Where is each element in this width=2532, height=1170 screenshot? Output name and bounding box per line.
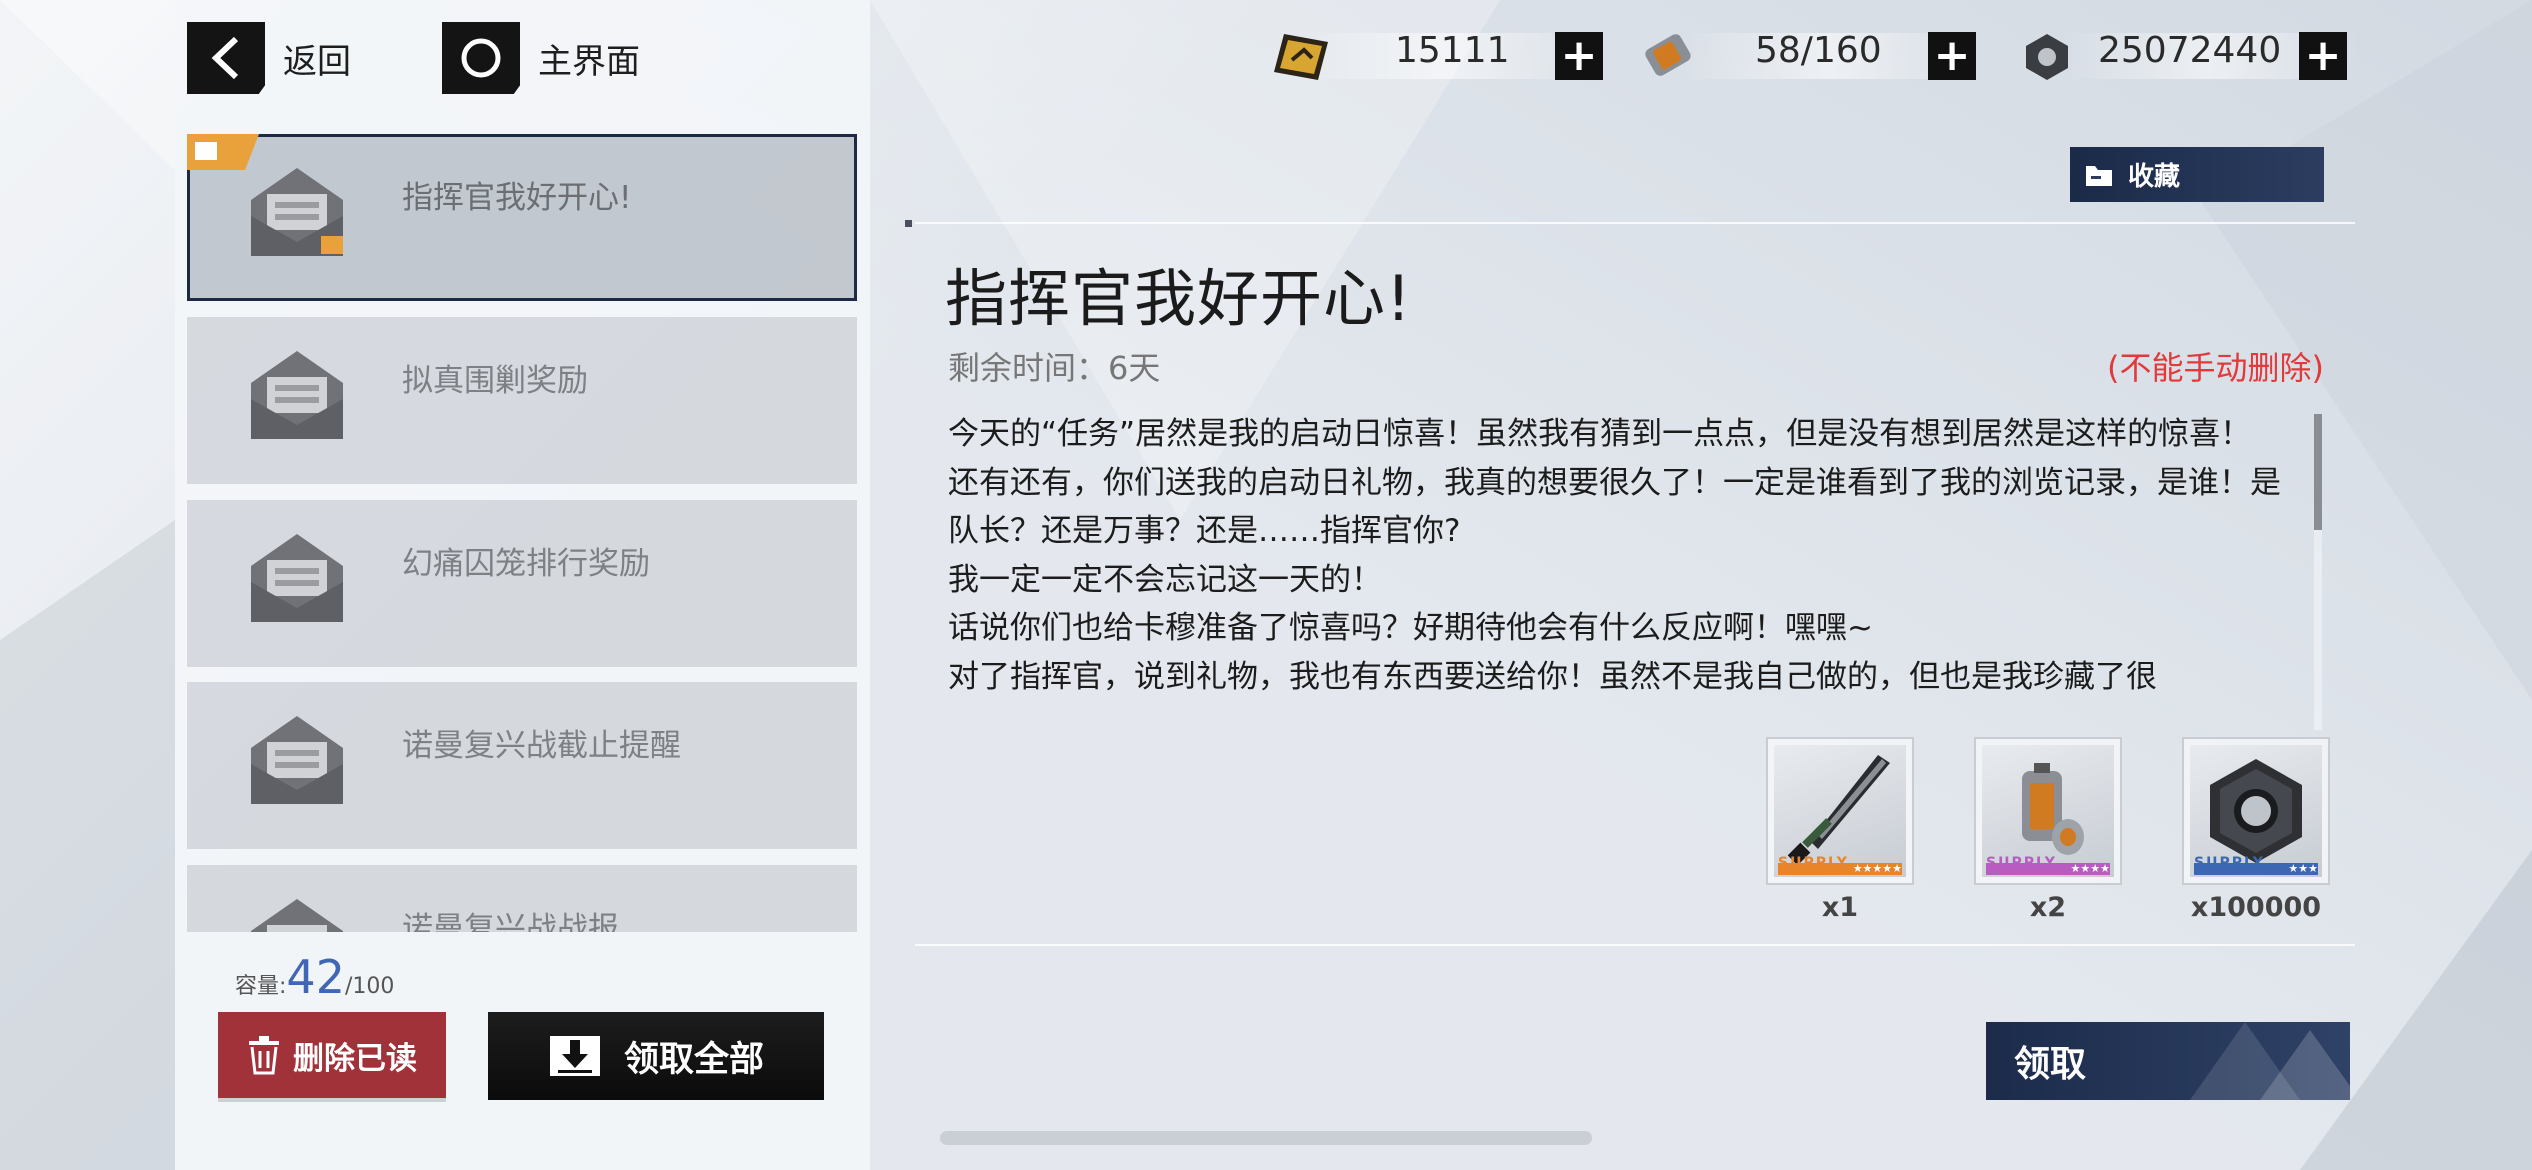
trash-icon [249, 1036, 279, 1075]
mail-item[interactable]: 诺曼复兴战截止提醒 [187, 682, 857, 849]
back-arrow-icon [187, 22, 265, 94]
add-coin-button[interactable]: + [2299, 32, 2347, 80]
mail-title: 幻痛囚笼排行奖励 [402, 546, 650, 582]
add-gold-card-button[interactable]: + [1555, 32, 1603, 80]
envelope-icon [251, 534, 343, 622]
reward-item[interactable]: SUPPLY ★★★★★ [1766, 737, 1914, 885]
back-button[interactable]: 返回 [187, 22, 351, 94]
detail-bottom-divider [915, 944, 2355, 946]
reward-quantity: x100000 [2190, 892, 2322, 923]
envelope-icon [251, 168, 343, 256]
home-circle-icon [442, 22, 520, 94]
capacity-current: 42 [286, 950, 345, 1004]
mail-body-paragraph: 我一定一定不会忘记这一天的！ [948, 561, 1382, 598]
reward-rarity: ★★★★★ [1778, 863, 1902, 875]
reward-quantity: x2 [2029, 892, 2067, 923]
envelope-icon [251, 351, 343, 439]
mail-body-paragraph: 今天的“任务”居然是我的启动日惊喜！虽然我有猜到一点点，但是没有想到居然是这样的… [948, 416, 2252, 452]
back-label: 返回 [283, 41, 351, 82]
battery-icon [1640, 30, 1700, 88]
favorite-label: 收藏 [2128, 162, 2181, 192]
claim-all-label: 领取全部 [623, 1039, 764, 1080]
mail-title: 拟真围剿奖励 [402, 363, 588, 399]
claim-label: 领取 [2014, 1044, 2087, 1085]
download-icon [549, 1036, 600, 1076]
gold-card-icon [1270, 30, 1334, 88]
mail-detail-title: 指挥官我好开心! [945, 262, 1412, 335]
mail-title: 指挥官我好开心! [402, 180, 632, 216]
mail-list[interactable]: 指挥官我好开心! 拟真围剿奖励 幻痛囚笼排行奖励 诺曼复兴战截止提醒 诺曼复兴战… [187, 134, 857, 932]
mail-body-paragraph: 还有还有，你们送我的启动日礼物，我真的想要很久了！一定是谁看到了我的浏览记录，是… [948, 464, 2281, 550]
mail-body-scroll-thumb[interactable] [2314, 414, 2322, 530]
mail-body[interactable]: 今天的“任务”居然是我的启动日惊喜！虽然我有猜到一点点，但是没有想到居然是这样的… [948, 410, 2308, 728]
home-button[interactable]: 主界面 [442, 22, 640, 94]
add-stamina-button[interactable]: + [1928, 32, 1976, 80]
divider-marker [905, 220, 912, 227]
mail-item[interactable]: 诺曼复兴战战报 [187, 865, 857, 932]
claim-button-decoration [2190, 1022, 2350, 1100]
mail-item[interactable]: 指挥官我好开心! [187, 134, 857, 301]
capacity-label: 容量: [235, 974, 287, 999]
remaining-time: 剩余时间：6天 [948, 349, 1161, 387]
envelope-icon [251, 899, 343, 932]
coin-count: 25072440 [2098, 30, 2282, 71]
claim-button[interactable]: 领取 [1986, 1022, 2350, 1100]
delete-read-label: 删除已读 [293, 1040, 417, 1077]
reward-rarity: ★★★★ [1986, 863, 2110, 875]
mail-body-paragraph: 对了指挥官，说到礼物，我也有东西要送给你！虽然不是我自己做的，但也是我珍藏了很 [948, 658, 2157, 695]
reward-item[interactable]: SUPPLY ★★★ [2182, 737, 2330, 885]
mail-title: 诺曼复兴战截止提醒 [402, 728, 681, 764]
horizontal-scrollbar[interactable] [940, 1131, 1592, 1145]
favorite-button[interactable]: 收藏 [2070, 147, 2324, 202]
stamina-count: 58/160 [1755, 30, 1882, 71]
claim-all-button[interactable]: 领取全部 [488, 1012, 824, 1100]
reward-item[interactable]: SUPPLY ★★★★ [1974, 737, 2122, 885]
envelope-icon [251, 716, 343, 804]
mail-item[interactable]: 拟真围剿奖励 [187, 317, 857, 484]
hex-nut-icon [2020, 30, 2074, 88]
mail-item[interactable]: 幻痛囚笼排行奖励 [187, 500, 857, 667]
detail-top-divider [915, 222, 2355, 224]
no-delete-note: (不能手动删除) [2107, 349, 2324, 387]
mail-title: 诺曼复兴战战报 [402, 911, 619, 932]
reward-rarity: ★★★ [2194, 863, 2318, 875]
folder-icon [2086, 165, 2112, 186]
mail-body-paragraph: 话说你们也给卡穆准备了惊喜吗？好期待他会有什么反应啊！嘿嘿~ [948, 610, 1873, 646]
gold-card-count: 15111 [1395, 30, 1510, 71]
home-label: 主界面 [538, 41, 640, 82]
delete-read-button[interactable]: 删除已读 [218, 1012, 446, 1098]
capacity-indicator: 容量:42/100 [235, 950, 394, 1004]
reward-quantity: x1 [1821, 892, 1859, 923]
capacity-max: /100 [344, 974, 395, 999]
